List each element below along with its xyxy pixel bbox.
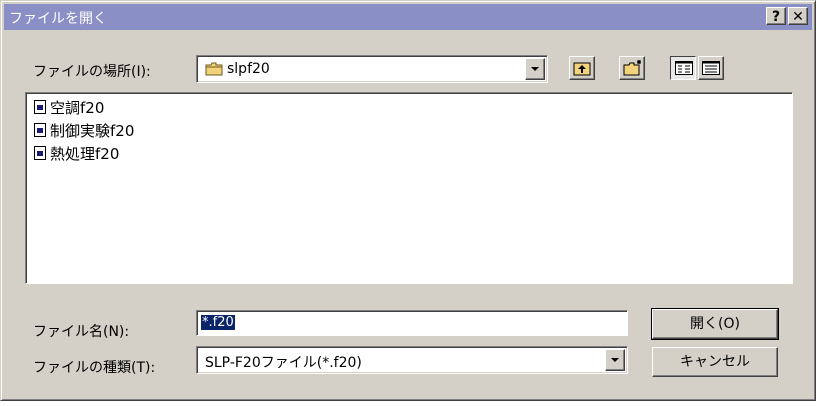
new-folder-icon: [623, 59, 643, 81]
close-button[interactable]: ✕: [788, 7, 808, 25]
list-view-icon: [675, 61, 693, 79]
filename-label: ファイル名(N):: [33, 324, 130, 340]
open-file-dialog: ファイルを開く ? ✕ ファイルの場所(I): slpf20 空調f20 制御実…: [0, 0, 816, 401]
file-list[interactable]: 空調f20 制御実験f20 熱処理f20: [25, 92, 793, 284]
filetype-value: SLP-F20ファイル(*.f20): [205, 355, 362, 371]
filename-value: *.f20: [201, 315, 235, 330]
lookin-dropdown[interactable]: slpf20: [196, 55, 548, 83]
lookin-label: ファイルの場所(I):: [33, 64, 151, 80]
file-icon: [34, 146, 46, 160]
filetype-dropdown[interactable]: SLP-F20ファイル(*.f20): [196, 346, 628, 374]
new-folder-button[interactable]: [619, 56, 645, 80]
help-button[interactable]: ?: [766, 7, 786, 25]
details-view-button[interactable]: [698, 56, 724, 80]
lookin-dropdown-arrow[interactable]: [525, 58, 545, 80]
cancel-button[interactable]: キャンセル: [652, 347, 778, 377]
file-icon: [34, 100, 46, 114]
file-name: 熱処理f20: [50, 144, 120, 163]
filetype-dropdown-arrow[interactable]: [605, 349, 625, 371]
list-item[interactable]: 熱処理f20: [34, 143, 119, 163]
filetype-label: ファイルの種類(T):: [33, 360, 156, 376]
folder-icon: [205, 62, 223, 76]
file-icon: [34, 123, 46, 137]
list-view-button[interactable]: [670, 56, 696, 80]
filename-input[interactable]: *.f20: [196, 310, 628, 336]
file-name: 空調f20: [50, 98, 105, 117]
list-item[interactable]: 空調f20: [34, 97, 104, 117]
file-name: 制御実験f20: [50, 121, 135, 140]
details-view-icon: [702, 61, 720, 79]
up-folder-button[interactable]: [569, 56, 595, 80]
dialog-title: ファイルを開く: [9, 11, 107, 27]
up-folder-icon: [573, 60, 591, 80]
open-button[interactable]: 開く(O): [651, 308, 779, 340]
lookin-value: slpf20: [227, 61, 270, 77]
list-item[interactable]: 制御実験f20: [34, 120, 134, 140]
title-bar[interactable]: ファイルを開く ? ✕: [4, 4, 812, 30]
